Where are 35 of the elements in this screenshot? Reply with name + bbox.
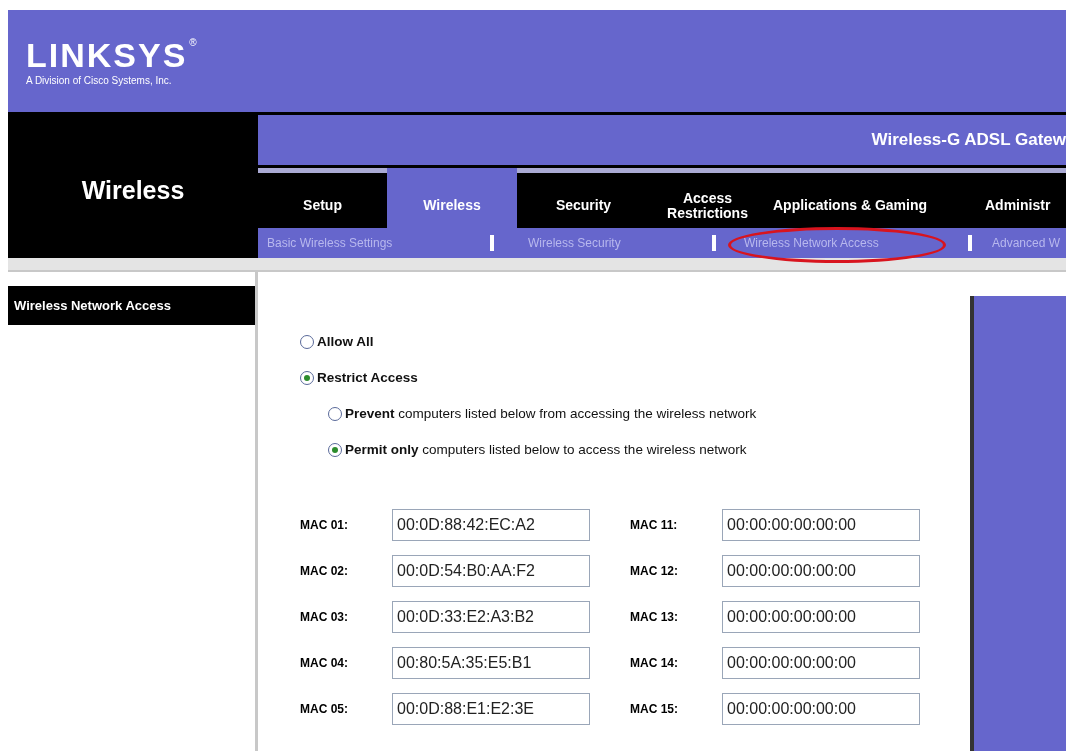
radio-button[interactable] xyxy=(328,406,342,421)
mac-address-field[interactable]: 00:80:5A:35:E5:B1 xyxy=(392,647,590,679)
mac-label: MAC 03: xyxy=(300,610,349,624)
mac-label: MAC 04: xyxy=(300,656,349,670)
mac-address-field[interactable]: 00:0D:88:E1:E2:3E xyxy=(392,693,590,725)
mac-address-field[interactable]: 00:0D:54:B0:AA:F2 xyxy=(392,555,590,587)
brand-logo: LINKSYS xyxy=(26,36,188,73)
radio-label: Allow All xyxy=(317,334,374,349)
radio-label: Prevent computers listed below from accessing the wireless network xyxy=(345,406,757,421)
section-title: Wireless xyxy=(8,112,258,258)
mac-label: MAC 12: xyxy=(630,564,679,578)
sidebar-heading: Wireless Network Access xyxy=(8,286,255,325)
product-name: Wireless-G ADSL Gatew xyxy=(871,130,1066,150)
radio-button[interactable] xyxy=(328,442,342,457)
mac-label: MAC 14: xyxy=(630,656,679,670)
radio-button[interactable] xyxy=(300,370,314,385)
radio-label: Restrict Access xyxy=(317,370,418,385)
mac-address-field[interactable]: 00:0D:33:E2:A3:B2 xyxy=(392,601,590,633)
tagline: A Division of Cisco Systems, Inc. xyxy=(26,74,173,86)
mac-address-field[interactable]: 00:00:00:00:00:00 xyxy=(722,693,920,725)
mac-label: MAC 13: xyxy=(630,610,679,624)
mac-address-field[interactable]: 00:00:00:00:00:00 xyxy=(722,601,920,633)
mac-label: MAC 15: xyxy=(630,702,679,716)
mac-label: MAC 05: xyxy=(300,702,349,716)
mac-address-field[interactable]: 00:00:00:00:00:00 xyxy=(722,509,920,541)
mac-address-field[interactable]: 00:00:00:00:00:00 xyxy=(722,647,920,679)
mac-label: MAC 02: xyxy=(300,564,349,578)
mac-address-field[interactable]: 00:0D:88:42:EC:A2 xyxy=(392,509,590,541)
mac-label: MAC 01: xyxy=(300,518,349,532)
mac-address-field[interactable]: 00:00:00:00:00:00 xyxy=(722,555,920,587)
mac-label: MAC 11: xyxy=(630,518,679,532)
radio-label: Permit only computers listed below to access the wireless network xyxy=(345,442,747,457)
nav-tab[interactable]: Wireless xyxy=(387,168,517,228)
radio-button[interactable] xyxy=(300,334,314,349)
registered-mark: ® xyxy=(189,36,197,48)
